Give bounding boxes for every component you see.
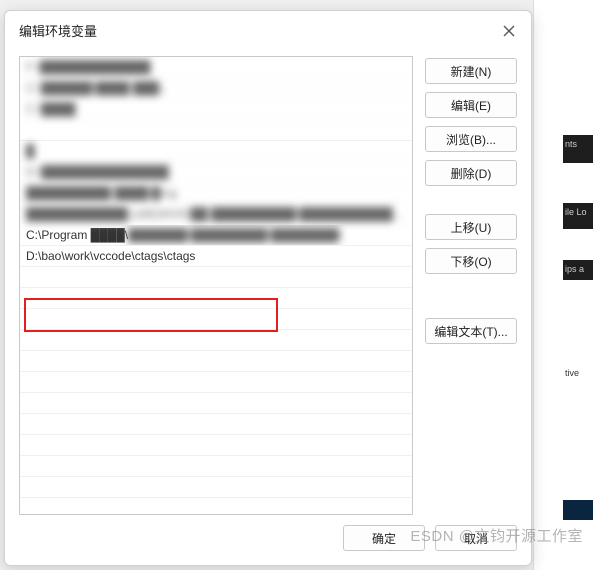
list-item[interactable] [20,414,412,435]
list-item[interactable] [20,372,412,393]
movedown-button[interactable]: 下移(O) [425,248,517,274]
list-item[interactable] [20,267,412,288]
list-item[interactable] [20,477,412,498]
list-item[interactable] [20,330,412,351]
list-item[interactable] [20,351,412,372]
list-item[interactable]: ████████████ (x86)\NVID██ ██████████\███… [20,204,412,225]
path-listbox[interactable]: F:\█████████████C:\██████\████ ███LC:\██… [19,56,413,515]
edittext-button[interactable]: 编辑文本(T)... [425,318,517,344]
dialog-footer: 确定 取消 [5,515,531,565]
ok-button[interactable]: 确定 [343,525,425,551]
background-panel [563,500,593,520]
button-sidebar: 新建(N) 编辑(E) 浏览(B)... 删除(D) 上移(U) 下移(O) 编… [425,56,517,515]
list-item[interactable] [20,309,412,330]
edit-button[interactable]: 编辑(E) [425,92,517,118]
list-item[interactable] [20,393,412,414]
list-item[interactable] [20,120,412,141]
background-panel: ile Lo [563,203,593,229]
list-item[interactable]: C:\████ [20,99,412,120]
background-panel: nts [563,135,593,163]
list-item[interactable]: █ [20,141,412,162]
moveup-button[interactable]: 上移(U) [425,214,517,240]
list-item[interactable]: C:\██████\████ ███L [20,78,412,99]
list-item[interactable] [20,288,412,309]
titlebar: 编辑环境变量 [5,11,531,48]
delete-button[interactable]: 删除(D) [425,160,517,186]
browse-button[interactable]: 浏览(B)... [425,126,517,152]
cancel-button[interactable]: 取消 [435,525,517,551]
list-item[interactable]: ██████████ ████\█mg [20,183,412,204]
list-item[interactable] [20,435,412,456]
background-panel: tive [563,364,593,382]
edit-env-variable-dialog: 编辑环境变量 F:\█████████████C:\██████\████ ██… [4,10,532,566]
dialog-title: 编辑环境变量 [19,21,97,40]
new-button[interactable]: 新建(N) [425,58,517,84]
list-item[interactable]: D:\███████████████ [20,162,412,183]
background-panel: ips a [563,260,593,280]
list-item[interactable]: C:\Program ████\███████\█████████\██████… [20,225,412,246]
close-icon[interactable] [501,23,517,39]
list-item[interactable] [20,456,412,477]
list-item[interactable]: D:\bao\work\vccode\ctags\ctags [20,246,412,267]
list-item[interactable]: F:\█████████████ [20,57,412,78]
